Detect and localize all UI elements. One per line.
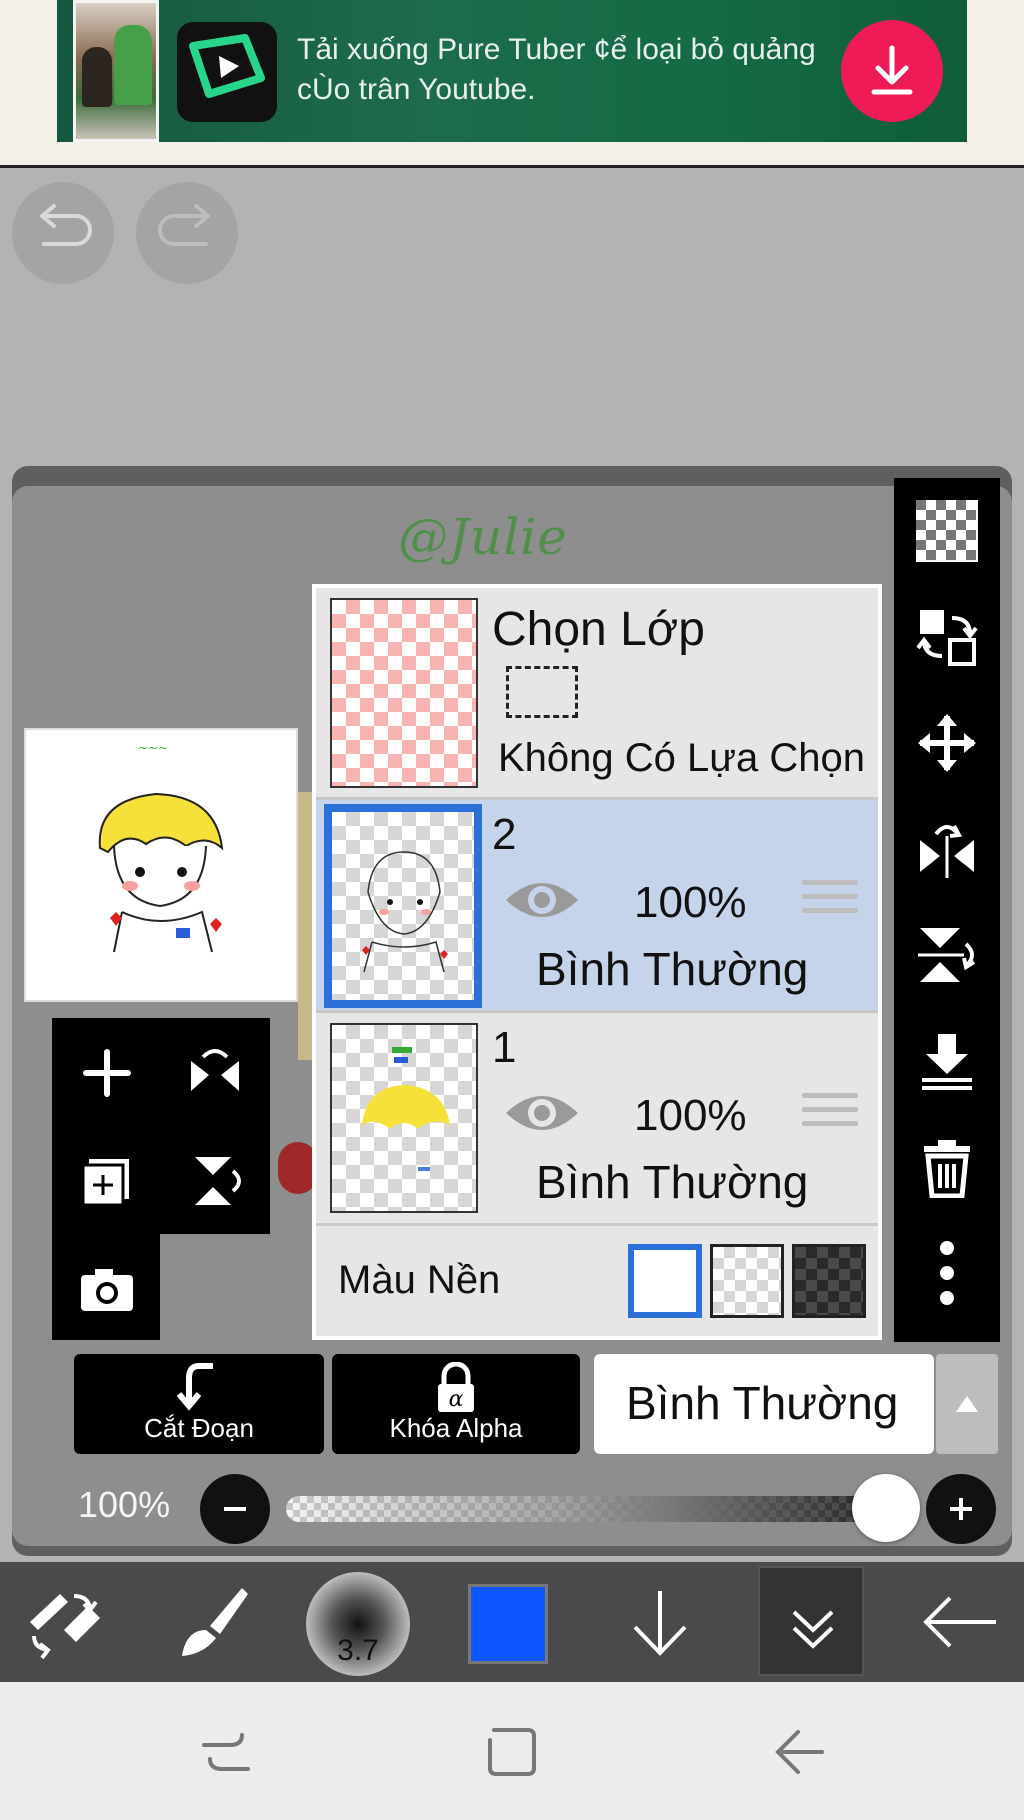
- add-layer-icon[interactable]: [72, 1038, 142, 1108]
- background-dark-swatch[interactable]: [792, 1244, 866, 1318]
- selection-layer-thumbnail: [330, 598, 478, 788]
- clipping-label: Cắt Đoạn: [144, 1413, 254, 1443]
- duplicate-layer-icon[interactable]: [72, 1146, 142, 1216]
- layer-row-1[interactable]: 1 100% Bình Thường: [316, 1013, 878, 1226]
- trash-icon[interactable]: [910, 1130, 984, 1204]
- system-nav-bar: [0, 1682, 1024, 1820]
- download-icon[interactable]: [841, 20, 943, 122]
- brush-size-value: 3.7: [337, 1634, 379, 1667]
- visibility-eye-icon[interactable]: [502, 1085, 582, 1141]
- selection-layer-title: Chọn Lớp: [492, 603, 705, 656]
- redo-button[interactable]: [136, 182, 238, 284]
- alpha-lock-label: Khóa Alpha: [389, 1413, 523, 1443]
- arrow-down-icon[interactable]: [610, 1572, 710, 1672]
- ad-strip: Tải xuống Pure Tuber ¢ể loại bỏ quảng cÙ…: [0, 0, 1024, 168]
- move-icon[interactable]: [910, 706, 984, 780]
- layer-blend-mode: Bình Thường: [536, 1156, 809, 1208]
- clipping-arrow-icon: [177, 1363, 213, 1411]
- undo-button[interactable]: [12, 182, 114, 284]
- chevron-double-down-icon: [792, 1610, 834, 1649]
- background-transparent-swatch[interactable]: [710, 1244, 784, 1318]
- recent-apps-icon[interactable]: [186, 1712, 266, 1792]
- right-toolbar: [894, 478, 1000, 1342]
- app-logo-icon: [177, 22, 277, 122]
- flip-horizontal-icon[interactable]: [180, 1038, 250, 1108]
- opacity-value: 100%: [78, 1484, 171, 1525]
- svg-text:~~~: ~~~: [138, 741, 168, 755]
- ad-banner[interactable]: Tải xuống Pure Tuber ¢ể loại bỏ quảng cÙ…: [57, 0, 967, 142]
- layer-2-thumbnail: [324, 804, 482, 1008]
- selection-marquee-icon: [506, 666, 578, 718]
- background-white-swatch[interactable]: [628, 1244, 702, 1318]
- flip-vertical-icon[interactable]: [180, 1146, 250, 1216]
- layer-tools: [52, 1018, 270, 1340]
- layer-number: 1: [492, 1023, 517, 1072]
- flip-horizontal-icon[interactable]: [910, 812, 984, 886]
- layer-opacity: 100%: [634, 878, 747, 927]
- ad-text: Tải xuống Pure Tuber ¢ể loại bỏ quảng cÙ…: [297, 33, 816, 106]
- flip-vertical-icon[interactable]: [910, 918, 984, 992]
- opacity-minus-button[interactable]: [200, 1474, 270, 1544]
- background-row: Màu Nền: [316, 1226, 878, 1336]
- layer-number: 2: [492, 810, 517, 859]
- swap-layer-icon[interactable]: [910, 600, 984, 674]
- plus-icon: [950, 1498, 972, 1520]
- visibility-eye-icon[interactable]: [502, 872, 582, 928]
- canvas-edge: [298, 792, 312, 1060]
- svg-text:α: α: [449, 1387, 464, 1412]
- canvas-preview[interactable]: ~~~: [24, 728, 298, 1002]
- canvas-signature: @Julie: [398, 508, 568, 566]
- redo-icon: [158, 204, 210, 246]
- selection-layer-row[interactable]: Chọn Lớp Không Có Lựa Chọn: [316, 588, 878, 800]
- merge-down-icon[interactable]: [910, 1024, 984, 1098]
- home-icon[interactable]: [472, 1712, 552, 1792]
- brush-icon[interactable]: [160, 1572, 260, 1672]
- blend-mode-value: Bình Thường: [626, 1377, 899, 1429]
- layers-panel: Chọn Lớp Không Có Lựa Chọn 2 100% Bình T…: [312, 584, 882, 1340]
- opacity-slider-thumb[interactable]: [852, 1474, 920, 1542]
- tool-switch-icon[interactable]: [14, 1572, 114, 1672]
- layer-opacity: 100%: [634, 1091, 747, 1140]
- ad-photo: [73, 0, 159, 142]
- opacity-plus-button[interactable]: [926, 1474, 996, 1544]
- blend-mode-arrow-icon[interactable]: [936, 1354, 998, 1454]
- background-label: Màu Nền: [338, 1258, 501, 1302]
- drag-handle-icon[interactable]: [802, 880, 858, 924]
- opacity-slider[interactable]: [286, 1496, 896, 1522]
- camera-icon[interactable]: [72, 1254, 142, 1324]
- clipping-button[interactable]: Cắt Đoạn: [74, 1354, 324, 1454]
- minus-icon: [224, 1507, 246, 1511]
- more-options-icon[interactable]: [910, 1236, 984, 1310]
- back-icon[interactable]: [760, 1712, 840, 1792]
- transparency-grid-icon[interactable]: [910, 494, 984, 568]
- alpha-lock-button[interactable]: α Khóa Alpha: [332, 1354, 580, 1454]
- collapse-button[interactable]: [758, 1566, 864, 1676]
- color-picker-button[interactable]: [468, 1584, 548, 1664]
- undo-icon: [40, 204, 92, 246]
- selection-status: Không Có Lựa Chọn: [498, 736, 866, 780]
- brush-size-button[interactable]: 3.7: [306, 1572, 410, 1676]
- back-arrow-icon[interactable]: [910, 1572, 1010, 1672]
- blend-mode-select[interactable]: Bình Thường: [594, 1354, 934, 1454]
- layer-blend-mode: Bình Thường: [536, 943, 809, 995]
- lock-icon: α: [438, 1362, 474, 1412]
- layer-row-2[interactable]: 2 100% Bình Thường: [316, 800, 878, 1013]
- layer-1-thumbnail: [330, 1023, 478, 1213]
- drag-handle-icon[interactable]: [802, 1093, 858, 1137]
- bottom-toolbar: 3.7: [0, 1562, 1024, 1682]
